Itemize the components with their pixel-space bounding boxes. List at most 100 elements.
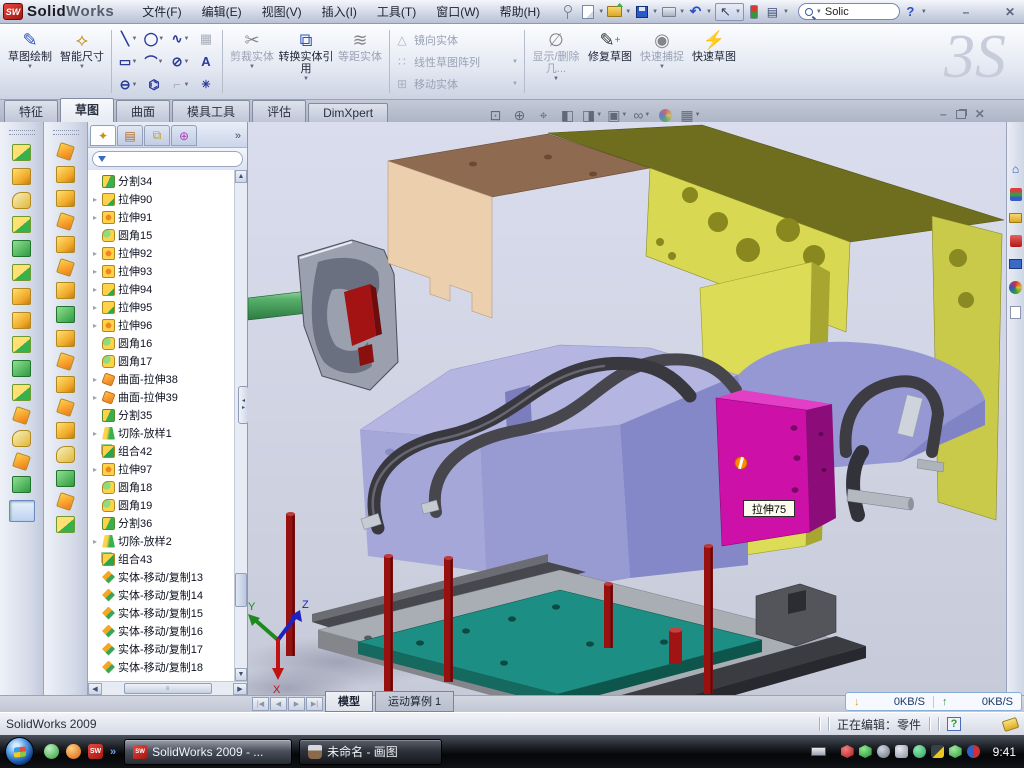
feature-tool-icon[interactable] <box>12 312 31 329</box>
antivirus-tray-icon[interactable] <box>859 745 872 758</box>
feature-tool-icon-active[interactable] <box>9 500 35 522</box>
feature-tool-icon[interactable] <box>12 288 31 305</box>
filter-input[interactable] <box>92 151 243 167</box>
feature-tool-icon[interactable] <box>12 168 31 185</box>
quick-tips-icon[interactable]: ? <box>947 717 961 731</box>
tree-item[interactable]: ▸分割34 <box>91 172 247 190</box>
tree-item[interactable]: ▸拉伸97 <box>91 460 247 478</box>
dimxpert-manager-tab[interactable]: ⊕ <box>171 125 197 146</box>
ellipse-tool[interactable]: ⊘▼ <box>167 50 193 73</box>
tree-item[interactable]: ▸拉伸96 <box>91 316 247 334</box>
close-button[interactable]: ✕ <box>1002 5 1018 19</box>
tree-item[interactable]: ▸组合42 <box>91 442 247 460</box>
feature-tool-icon[interactable] <box>12 144 31 161</box>
scrollbar-thumb[interactable]: ≡ <box>124 683 212 694</box>
surface-tool-icon[interactable] <box>56 516 75 533</box>
surface-tool-icon[interactable] <box>56 282 75 299</box>
menu-file[interactable]: 文件(F) <box>132 0 191 23</box>
top-clamp-plate[interactable] <box>388 134 650 318</box>
tree-item[interactable]: ▸切除-放样2 <box>91 532 247 550</box>
surface-tool-icon[interactable] <box>56 236 75 253</box>
expand-arrow-icon[interactable]: ▸ <box>91 249 99 258</box>
tree-horizontal-scrollbar[interactable]: ◀ ≡ ▶ <box>88 681 247 695</box>
taskbar-button-paint[interactable]: 未命名 - 画图 <box>299 739 442 765</box>
tree-item[interactable]: ▸圆角19 <box>91 496 247 514</box>
appearances-icon[interactable] <box>656 106 675 124</box>
surface-tool-icon[interactable] <box>56 330 75 347</box>
scroll-left-icon[interactable]: ◀ <box>88 683 102 695</box>
scene-icon[interactable]: ▦▼ <box>680 106 700 124</box>
taskbar-button-solidworks[interactable]: SW SolidWorks 2009 - ... <box>124 739 292 765</box>
search-box[interactable]: ▼ Solic <box>798 3 900 20</box>
prev-tab-button[interactable]: ◀ <box>270 697 287 711</box>
tab-features[interactable]: 特征 <box>4 100 58 122</box>
tree-item[interactable]: ▸实体-移动/复制15 <box>91 604 247 622</box>
point-tool[interactable]: ✳ <box>193 73 219 96</box>
repair-sketch-button[interactable]: ✎+ 修复草图 <box>584 26 636 97</box>
surface-tool-icon[interactable] <box>56 422 75 439</box>
feature-tool-icon[interactable] <box>12 384 31 401</box>
dropdown-arrow-icon[interactable]: ▼ <box>706 9 712 15</box>
property-manager-tab[interactable]: ▤ <box>117 125 143 146</box>
clamp-body[interactable] <box>298 240 398 390</box>
tree-item[interactable]: ▸拉伸93 <box>91 262 247 280</box>
tree-item[interactable]: ▸切除-放样1 <box>91 424 247 442</box>
surface-tool-icon[interactable] <box>56 352 75 371</box>
zoom-to-selection-icon[interactable]: ⌖ <box>534 106 553 124</box>
smart-dimension-button[interactable]: ⟡ 智能尺寸 ▼ <box>56 26 108 97</box>
pushpin-icon[interactable] <box>562 4 577 20</box>
tree-item[interactable]: ▸实体-移动/复制18 <box>91 658 247 676</box>
surface-tool-icon[interactable] <box>56 398 75 417</box>
traffic-light-icon[interactable] <box>750 5 758 19</box>
view-palette-icon[interactable] <box>1009 259 1022 269</box>
feature-tool-icon[interactable] <box>12 452 31 471</box>
tree-item[interactable]: ▸拉伸90 <box>91 190 247 208</box>
menu-insert[interactable]: 插入(I) <box>312 0 367 23</box>
spline-tool[interactable]: ∿▼ <box>167 27 193 50</box>
network-warning-tray-icon[interactable] <box>931 745 944 758</box>
surface-tool-icon[interactable] <box>56 376 75 393</box>
dropdown-arrow-icon[interactable]: ▼ <box>735 9 741 15</box>
search-value[interactable]: Solic <box>825 6 849 18</box>
text-tool[interactable]: A <box>193 50 219 73</box>
arc-tool[interactable]: ⌒▼ <box>141 50 167 73</box>
doc-close-button[interactable]: ✕ <box>975 107 985 121</box>
tree-vertical-scrollbar[interactable]: ▲ ▼ <box>234 170 247 681</box>
feature-tool-icon[interactable] <box>12 406 31 425</box>
security-alert-tray-icon[interactable] <box>841 745 854 758</box>
expand-arrow-icon[interactable]: ▸ <box>91 213 99 222</box>
graphics-viewport[interactable]: Y Z X <box>248 122 1006 695</box>
tree-item[interactable]: ▸分割35 <box>91 406 247 424</box>
surface-tool-icon[interactable] <box>56 258 75 277</box>
options-list-icon[interactable]: ▤ <box>765 4 780 20</box>
custom-properties-icon[interactable] <box>1010 306 1021 319</box>
menu-window[interactable]: 窗口(W) <box>426 0 489 23</box>
surface-tool-icon[interactable] <box>56 166 75 183</box>
tree-item[interactable]: ▸圆角17 <box>91 352 247 370</box>
tab-surfaces[interactable]: 曲面 <box>116 100 170 122</box>
dropdown-arrow-icon[interactable]: ▼ <box>816 9 822 15</box>
menu-tools[interactable]: 工具(T) <box>367 0 426 23</box>
hide-show-items-icon[interactable]: ∞▼ <box>632 106 651 124</box>
tree-item[interactable]: ▸分割36 <box>91 514 247 532</box>
next-tab-button[interactable]: ▶ <box>288 697 305 711</box>
expand-arrow-icon[interactable]: ▸ <box>91 267 99 276</box>
tree-item[interactable]: ▸拉伸91 <box>91 208 247 226</box>
messenger-tray-icon[interactable] <box>967 745 980 758</box>
zoom-fit-icon[interactable]: ⊡ <box>486 106 505 124</box>
tab-dimxpert[interactable]: DimXpert <box>308 103 388 122</box>
minimize-button[interactable]: – <box>958 5 974 19</box>
search-pane-icon[interactable] <box>1010 235 1022 247</box>
last-tab-button[interactable]: ▶| <box>306 697 323 711</box>
expand-arrow-icon[interactable]: ▸ <box>91 195 99 204</box>
zoom-to-area-icon[interactable]: ⊕ <box>510 106 529 124</box>
sync-tray-icon[interactable] <box>913 745 926 758</box>
doc-minimize-button[interactable]: – <box>940 107 947 121</box>
select-tool-button[interactable]: ↖▼ <box>715 3 744 21</box>
update-tray-icon[interactable] <box>877 745 890 758</box>
dropdown-arrow-icon[interactable]: ▼ <box>679 9 685 15</box>
dropdown-arrow-icon[interactable]: ▼ <box>921 9 927 15</box>
keyboard-layout-icon[interactable] <box>811 747 826 756</box>
tag-icon[interactable] <box>1002 716 1020 731</box>
tree-item[interactable]: ▸曲面-拉伸38 <box>91 370 247 388</box>
